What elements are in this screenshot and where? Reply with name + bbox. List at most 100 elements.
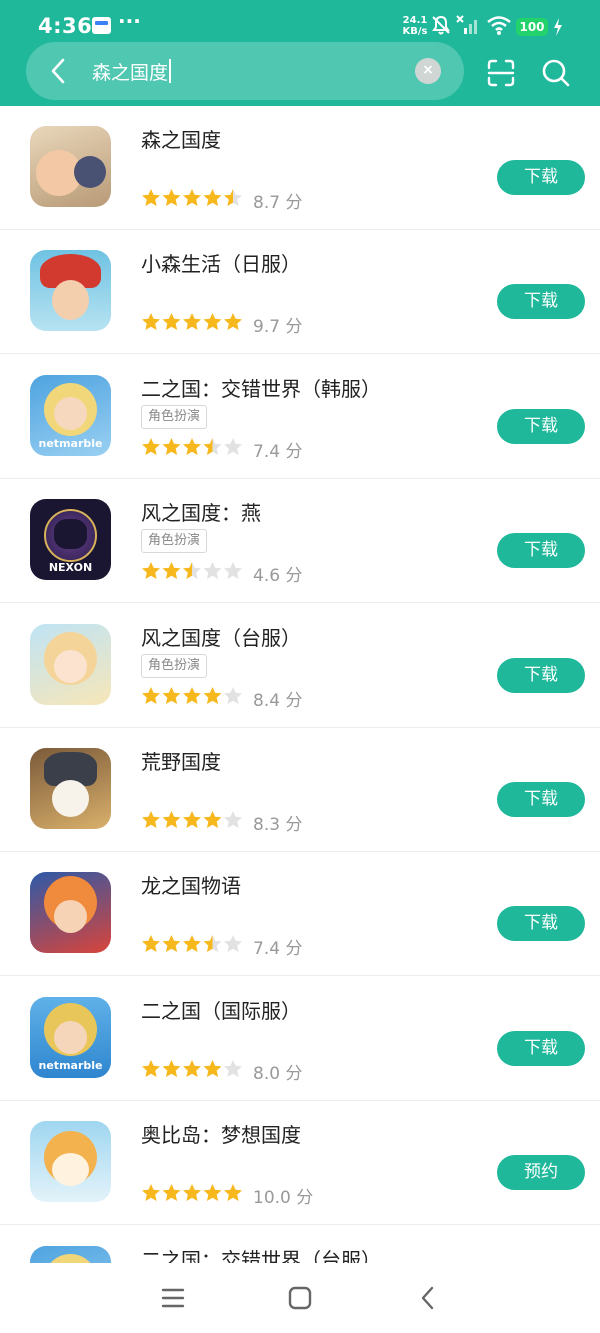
download-button[interactable]: 下载 <box>497 1031 585 1066</box>
download-button[interactable]: 下载 <box>497 658 585 693</box>
star-icon <box>162 935 181 952</box>
star-icon <box>203 313 222 330</box>
app-title[interactable]: 风之国度（台服） <box>141 622 301 651</box>
star-icon <box>203 438 222 455</box>
app-title[interactable]: 龙之国物语 <box>141 870 241 899</box>
star-icon <box>142 313 160 330</box>
star-icon <box>183 687 201 704</box>
result-item-7[interactable]: netmarble 二之国（国际服） 8.0 分 下载 <box>0 977 600 1101</box>
star-icon <box>203 1060 222 1077</box>
no-signal-icon <box>456 15 477 34</box>
search-input[interactable] <box>92 55 402 87</box>
result-item-3[interactable]: NEXON 风之国度：燕 角色扮演 4.6 分 下载 <box>0 479 600 603</box>
app-icon[interactable] <box>30 748 111 829</box>
star-icon <box>224 935 242 952</box>
search-bar: × <box>26 42 464 100</box>
star-icon <box>224 313 242 330</box>
app-icon[interactable]: netmarble <box>30 375 111 456</box>
download-button[interactable]: 下载 <box>497 906 585 941</box>
star-icon <box>183 1184 201 1201</box>
result-item-1[interactable]: 小森生活（日服） 9.7 分 下载 <box>0 230 600 354</box>
result-item-5[interactable]: 荒野国度 8.3 分 下载 <box>0 728 600 852</box>
result-item-4[interactable]: 风之国度（台服） 角色扮演 8.4 分 下载 <box>0 604 600 728</box>
star-icon <box>142 438 160 455</box>
star-rating-icon <box>142 1184 242 1201</box>
download-button[interactable]: 下载 <box>497 284 585 319</box>
app-icon[interactable] <box>30 1121 111 1202</box>
rating-score: 4.6 分 <box>253 566 303 586</box>
star-icon <box>183 313 201 330</box>
search-icon[interactable] <box>541 58 571 88</box>
result-item-2[interactable]: netmarble 二之国：交错世界（韩服） 角色扮演 7.4 分 下载 <box>0 355 600 479</box>
star-icon <box>224 438 242 455</box>
net-speed: 24.1 KB/s <box>398 15 432 37</box>
top-header: 4:36 ··· 24.1 KB/s 100 森之国度 × <box>0 0 600 106</box>
star-icon <box>142 687 160 704</box>
charging-icon <box>554 18 562 36</box>
home-icon[interactable] <box>285 1283 315 1313</box>
more-notifications-icon: ··· <box>118 9 141 33</box>
nexon-logo: NEXON <box>48 561 93 574</box>
star-icon <box>203 935 222 952</box>
app-title[interactable]: 小森生活（日服） <box>141 248 301 277</box>
result-item-8[interactable]: 奥比岛：梦想国度 10.0 分 预约 <box>0 1101 600 1225</box>
app-title[interactable]: 二之国：交错世界（台服） <box>141 1244 381 1263</box>
star-icon <box>183 1060 201 1077</box>
star-icon <box>183 189 201 206</box>
app-icon[interactable] <box>30 1246 111 1263</box>
app-title[interactable]: 奥比岛：梦想国度 <box>141 1119 301 1148</box>
star-rating-icon <box>142 562 242 579</box>
app-title[interactable]: 森之国度 <box>141 124 221 153</box>
clear-button[interactable]: × <box>415 58 441 84</box>
star-icon <box>183 811 201 828</box>
back-arrow-icon[interactable] <box>44 56 74 86</box>
reserve-button[interactable]: 预约 <box>497 1155 585 1190</box>
star-icon <box>203 811 222 828</box>
star-icon <box>142 811 160 828</box>
status-bar: 4:36 ··· 24.1 KB/s 100 <box>0 0 600 44</box>
star-icon <box>183 562 201 579</box>
result-item-9[interactable]: 二之国：交错世界（台服） <box>0 1226 600 1263</box>
back-icon[interactable] <box>413 1283 443 1313</box>
app-title[interactable]: 风之国度：燕 <box>141 497 261 526</box>
download-button[interactable]: 下载 <box>497 160 585 195</box>
genre-tag: 角色扮演 <box>141 654 208 678</box>
calendar-notification-icon <box>92 17 111 34</box>
star-icon <box>203 1184 222 1201</box>
app-title[interactable]: 荒野国度 <box>141 746 221 775</box>
star-icon <box>224 189 242 206</box>
rating-score: 9.7 分 <box>253 317 303 337</box>
rating-score: 8.3 分 <box>253 815 303 835</box>
search-results-list[interactable]: 森之国度 8.7 分 下载 小森生活（日服） 9.7 分 下载 netmarbl… <box>0 106 600 1263</box>
scan-icon[interactable] <box>486 58 516 88</box>
download-button[interactable]: 下载 <box>497 409 585 444</box>
netmarble-logo: netmarble <box>38 1059 103 1072</box>
rating-score: 7.4 分 <box>253 442 303 462</box>
download-button[interactable]: 下载 <box>497 533 585 568</box>
app-icon[interactable]: NEXON <box>30 499 111 580</box>
result-item-0[interactable]: 森之国度 8.7 分 下载 <box>0 106 600 230</box>
star-icon <box>162 1060 181 1077</box>
star-icon <box>224 562 242 579</box>
app-icon[interactable] <box>30 872 111 953</box>
rating-score: 10.0 分 <box>253 1188 314 1208</box>
star-rating-icon <box>142 935 242 952</box>
star-rating-icon <box>142 811 242 828</box>
star-icon <box>162 438 181 455</box>
menu-icon[interactable] <box>158 1283 188 1313</box>
download-button[interactable]: 下载 <box>497 782 585 817</box>
app-icon[interactable] <box>30 250 111 331</box>
app-icon[interactable]: netmarble <box>30 997 111 1078</box>
star-icon <box>203 687 222 704</box>
rating-score: 8.4 分 <box>253 691 303 711</box>
star-icon <box>224 1184 242 1201</box>
app-icon[interactable] <box>30 126 111 207</box>
app-title[interactable]: 二之国（国际服） <box>141 995 301 1024</box>
star-icon <box>224 1060 242 1077</box>
system-nav-bar <box>0 1263 600 1333</box>
app-icon[interactable] <box>30 624 111 705</box>
result-item-6[interactable]: 龙之国物语 7.4 分 下载 <box>0 852 600 976</box>
app-title[interactable]: 二之国：交错世界（韩服） <box>141 373 381 402</box>
battery-icon: 100 <box>516 18 548 36</box>
star-icon <box>162 189 181 206</box>
